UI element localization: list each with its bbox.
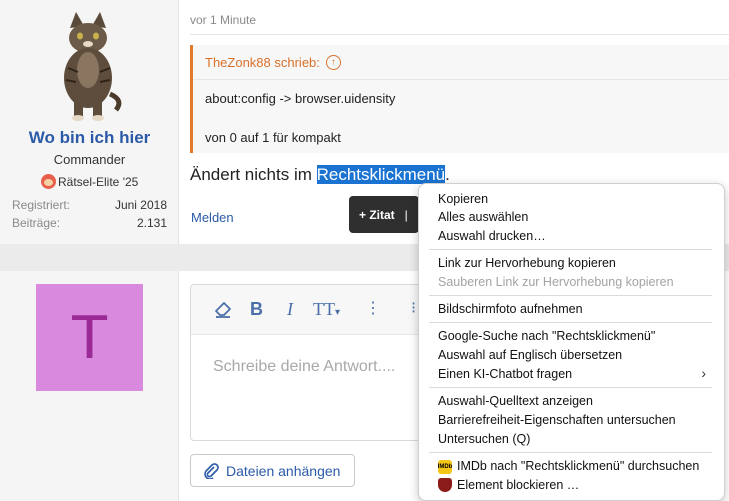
report-link[interactable]: Melden: [191, 210, 234, 225]
menu-separator: [429, 295, 712, 296]
post-message: Ändert nichts im Rechtsklickmenü.: [190, 165, 450, 185]
menu-item-block-element[interactable]: Element blockieren …: [457, 478, 579, 492]
menu-separator: [429, 452, 712, 453]
ublock-icon: [438, 478, 452, 492]
divider: [193, 79, 729, 80]
quote-selection-button[interactable]: + Zitat |: [349, 196, 419, 233]
caret-down-icon: ▾: [335, 307, 341, 318]
attach-files-button[interactable]: Dateien anhängen: [190, 454, 355, 487]
user-avatar[interactable]: [46, 10, 130, 122]
stat-value: 2.131: [136, 216, 167, 230]
quote-block: TheZonk88 schrieb: ↑ about:config -> bro…: [190, 45, 729, 153]
menu-item-copy-highlight-link[interactable]: Link zur Hervorhebung kopieren: [438, 256, 616, 270]
user-badge: Rätsel-Elite '25: [41, 174, 138, 189]
avatar: T: [36, 284, 143, 391]
username[interactable]: Wo bin ich hier: [0, 128, 179, 148]
stat-label: Registriert:: [12, 198, 71, 212]
stat-posts: Beiträge: 2.131: [12, 216, 167, 230]
menu-item-accessibility[interactable]: Barrierefreiheit-Eigenschaften untersuch…: [438, 413, 676, 427]
attach-label[interactable]: Dateien anhängen: [226, 463, 340, 479]
santa-badge-icon: [41, 174, 56, 189]
menu-item-screenshot[interactable]: Bildschirmfoto aufnehmen: [438, 302, 583, 316]
eraser-icon[interactable]: [213, 299, 233, 323]
menu-separator: [429, 249, 712, 250]
stat-label: Beiträge:: [12, 216, 61, 230]
quote-author[interactable]: TheZonk88 schrieb:: [205, 55, 320, 70]
list-icon[interactable]: ⁝: [411, 299, 416, 319]
message-text: Ändert nichts im: [190, 165, 317, 184]
post-timestamp[interactable]: vor 1 Minute: [190, 13, 256, 27]
quote-line: von 0 auf 1 für kompakt: [205, 130, 341, 145]
menu-separator: [429, 387, 712, 388]
editor-toolbar: B I TT▾ ⋮ ⁝: [191, 285, 429, 335]
more-options-icon[interactable]: ⋮: [365, 299, 381, 319]
bold-button[interactable]: B: [250, 299, 263, 319]
message-text: .: [445, 165, 450, 184]
menu-item-print-selection[interactable]: Auswahl drucken…: [438, 229, 546, 243]
quote-button-separator: |: [404, 207, 408, 222]
context-menu: Kopieren Alles auswählen Auswahl drucken…: [418, 183, 725, 501]
quote-button-label[interactable]: + Zitat: [359, 208, 395, 222]
badge-label: Rätsel-Elite '25: [58, 174, 139, 189]
divider: [190, 34, 729, 35]
post-user-info: Wo bin ich hier Commander Rätsel-Elite '…: [0, 0, 179, 244]
reply-editor[interactable]: B I TT▾ ⋮ ⁝ Schreibe deine Antwort....: [190, 284, 430, 441]
selected-text: Rechtsklickmenü: [316, 165, 446, 184]
menu-item-view-source[interactable]: Auswahl-Quelltext anzeigen: [438, 394, 593, 408]
cat-avatar-image: [64, 12, 122, 121]
menu-item-ask-chatbot[interactable]: Einen KI-Chatbot fragen: [438, 367, 572, 381]
page: Wo bin ich hier Commander Rätsel-Elite '…: [0, 0, 729, 501]
menu-item-google-search[interactable]: Google-Suche nach "Rechtsklickmenü": [438, 329, 655, 343]
jump-up-icon[interactable]: ↑: [325, 55, 341, 70]
italic-button[interactable]: I: [287, 299, 293, 319]
text-size-label[interactable]: TT: [313, 299, 335, 319]
reply-placeholder[interactable]: Schreibe deine Antwort....: [213, 358, 395, 376]
menu-item-copy-clean-highlight-link: Sauberen Link zur Hervorhebung kopieren: [438, 275, 674, 289]
reply-user-info: T: [0, 271, 179, 501]
chevron-right-icon: ›: [701, 365, 706, 381]
quote-header[interactable]: TheZonk88 schrieb: ↑: [205, 55, 341, 70]
menu-item-select-all[interactable]: Alles auswählen: [438, 210, 528, 224]
quote-line: about:config -> browser.uidensity: [205, 91, 396, 106]
menu-item-imdb-search[interactable]: IMDb nach "Rechtsklickmenü" durchsuchen: [457, 459, 699, 473]
paperclip-icon: [204, 462, 219, 479]
menu-separator: [429, 322, 712, 323]
menu-item-translate[interactable]: Auswahl auf Englisch übersetzen: [438, 348, 622, 362]
user-rank: Commander: [53, 152, 126, 167]
text-size-button[interactable]: TT▾: [313, 299, 340, 323]
stat-registered: Registriert: Juni 2018: [12, 198, 167, 212]
imdb-icon: IMDb: [438, 460, 452, 474]
menu-item-copy[interactable]: Kopieren: [438, 192, 488, 206]
stat-value: Juni 2018: [114, 198, 167, 212]
menu-item-inspect[interactable]: Untersuchen (Q): [438, 432, 530, 446]
